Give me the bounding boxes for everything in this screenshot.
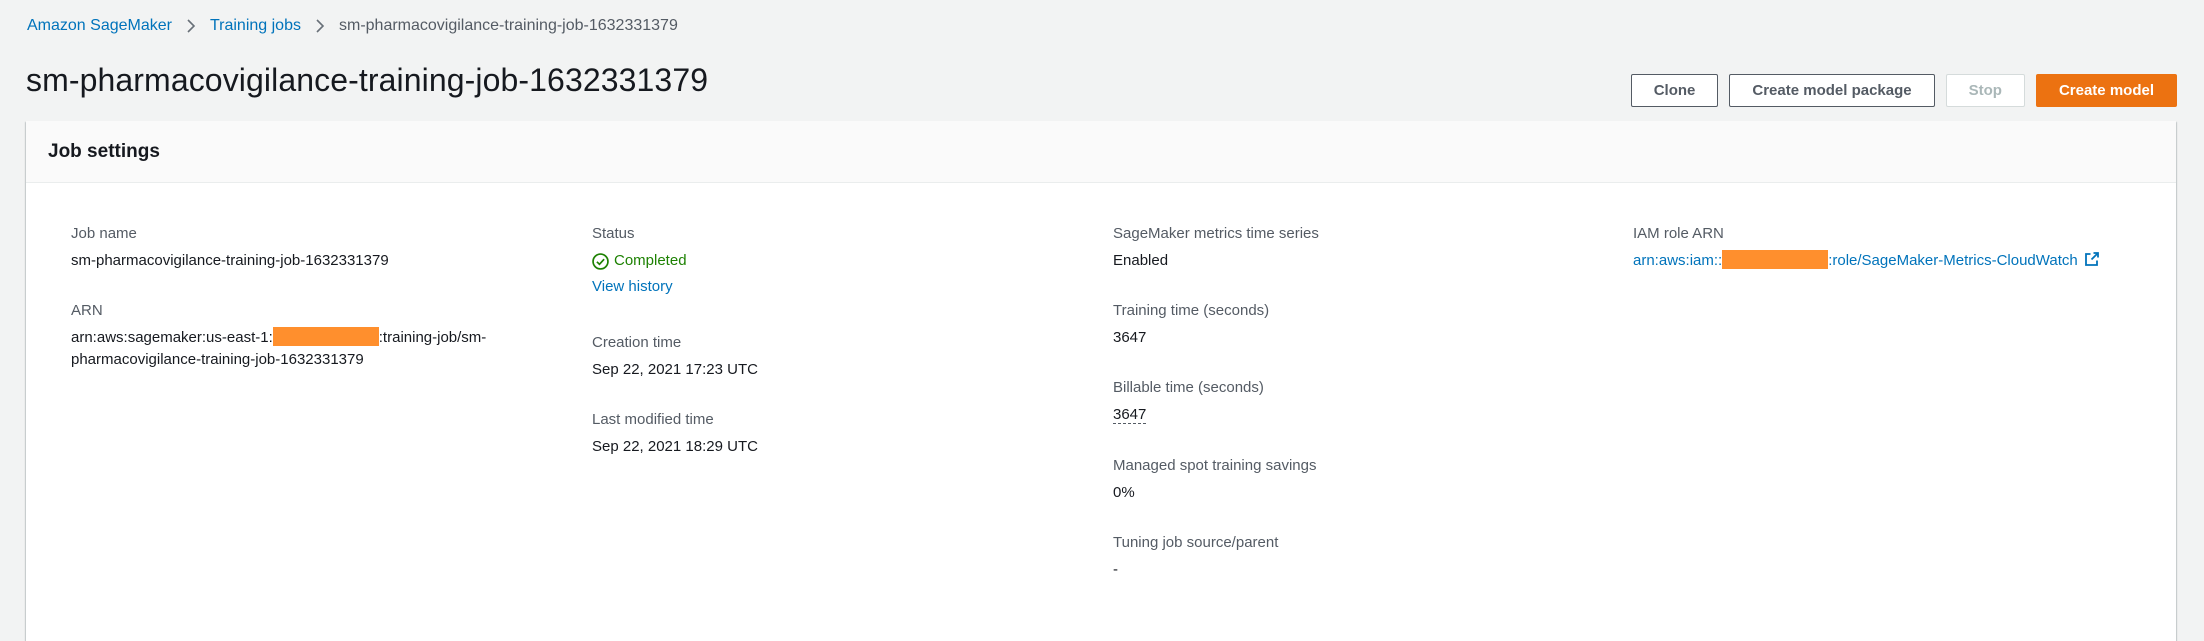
metrics-time-series-value: Enabled xyxy=(1113,252,1169,269)
page-title: sm-pharmacovigilance-training-job-163233… xyxy=(26,62,709,98)
breadcrumb-current: sm-pharmacovigilance-training-job-163233… xyxy=(338,17,678,34)
account-id-redaction xyxy=(272,327,379,346)
status-label: Status xyxy=(592,225,635,242)
clone-button[interactable]: Clone xyxy=(1630,74,1719,107)
creation-time-label: Creation time xyxy=(592,334,682,351)
job-name-value: sm-pharmacovigilance-training-job-163233… xyxy=(71,252,389,269)
chevron-right-icon xyxy=(186,19,196,33)
arn-label: ARN xyxy=(71,302,103,319)
job-settings-panel: Job settings Job name sm-pharmacovigilan… xyxy=(26,121,2176,641)
metrics-time-series-label: SageMaker metrics time series xyxy=(1113,225,1319,242)
last-modified-field: Last modified time Sep 22, 2021 18:29 UT… xyxy=(592,410,1052,458)
panel-title: Job settings xyxy=(26,121,2176,183)
arn-field: ARN arn:aws:sagemaker:us-east-1::trainin… xyxy=(71,301,531,371)
training-time-label: Training time (seconds) xyxy=(1113,302,1270,319)
iam-role-suffix: :role/SageMaker-Metrics-CloudWatch xyxy=(1828,252,2078,269)
billable-time-value-wrap: 3647 xyxy=(1113,404,1573,426)
create-model-package-button[interactable]: Create model package xyxy=(1729,74,1935,107)
metrics-time-series-field: SageMaker metrics time series Enabled xyxy=(1113,224,1573,272)
iam-role-label: IAM role ARN xyxy=(1633,225,1724,242)
training-time-field: Training time (seconds) 3647 xyxy=(1113,301,1573,349)
status-field: Status Completed View history xyxy=(592,224,1052,298)
header-actions: Clone Create model package Stop Create m… xyxy=(1630,74,2177,107)
spot-savings-field: Managed spot training savings 0% xyxy=(1113,456,1573,504)
breadcrumb-training-jobs[interactable]: Training jobs xyxy=(210,17,301,35)
tuning-job-value: - xyxy=(1113,561,1118,578)
breadcrumb-amazon-sagemaker[interactable]: Amazon SageMaker xyxy=(27,17,172,35)
iam-role-prefix: arn:aws:iam:: xyxy=(1633,252,1723,269)
iam-role-field: IAM role ARN arn:aws:iam:::role/SageMake… xyxy=(1633,224,2153,272)
status-text: Completed xyxy=(614,252,687,269)
billable-time-label: Billable time (seconds) xyxy=(1113,379,1264,396)
last-modified-value: Sep 22, 2021 18:29 UTC xyxy=(592,438,758,455)
stop-button: Stop xyxy=(1945,74,2025,107)
arn-value: arn:aws:sagemaker:us-east-1::training-jo… xyxy=(71,327,531,371)
iam-account-redaction xyxy=(1722,250,1829,269)
tuning-job-field: Tuning job source/parent - xyxy=(1113,533,1573,581)
job-name-field: Job name sm-pharmacovigilance-training-j… xyxy=(71,224,531,272)
create-model-button[interactable]: Create model xyxy=(2035,74,2177,107)
external-link-icon xyxy=(2084,252,2099,266)
iam-role-value: arn:aws:iam:::role/SageMaker-Metrics-Clo… xyxy=(1633,250,2153,272)
breadcrumb: Amazon SageMaker Training jobs sm-pharma… xyxy=(27,14,678,38)
arn-prefix: arn:aws:sagemaker:us-east-1: xyxy=(71,329,273,346)
last-modified-label: Last modified time xyxy=(592,411,714,428)
billable-time-field: Billable time (seconds) 3647 xyxy=(1113,378,1573,426)
spot-savings-value: 0% xyxy=(1113,484,1135,501)
status-value: Completed xyxy=(592,250,1052,272)
job-name-label: Job name xyxy=(71,225,137,242)
iam-role-link[interactable]: arn:aws:iam:::role/SageMaker-Metrics-Clo… xyxy=(1633,250,2100,269)
tuning-job-label: Tuning job source/parent xyxy=(1113,534,1279,551)
spot-savings-label: Managed spot training savings xyxy=(1113,457,1317,474)
view-history-link[interactable]: View history xyxy=(592,276,1052,298)
status-success-icon xyxy=(592,252,609,270)
billable-time-value[interactable]: 3647 xyxy=(1113,406,1147,424)
chevron-right-icon xyxy=(315,19,325,33)
training-time-value: 3647 xyxy=(1113,329,1147,346)
creation-time-field: Creation time Sep 22, 2021 17:23 UTC xyxy=(592,333,1052,381)
creation-time-value: Sep 22, 2021 17:23 UTC xyxy=(592,361,758,378)
